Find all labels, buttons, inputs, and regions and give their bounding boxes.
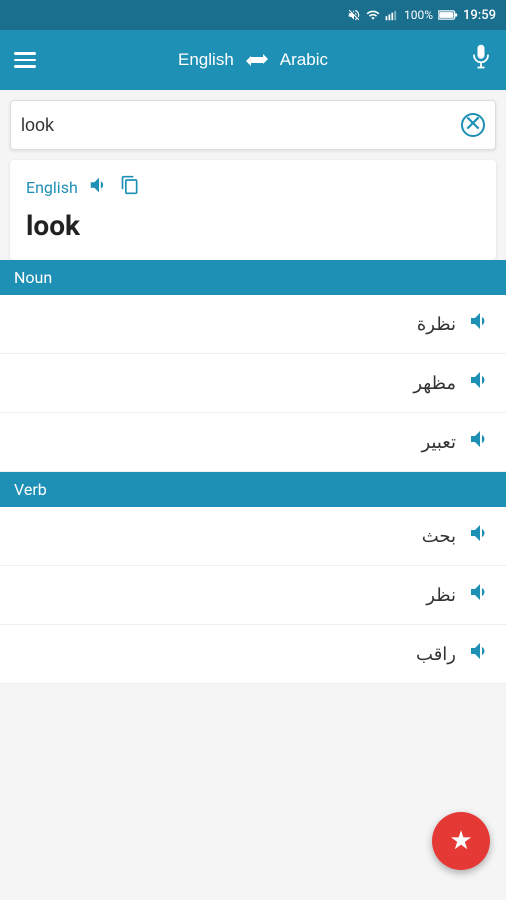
mute-icon (347, 8, 361, 22)
speak-translation-button[interactable] (468, 309, 492, 339)
copy-button[interactable] (120, 175, 140, 200)
arabic-text: بحث (422, 526, 456, 547)
battery-icon (438, 9, 458, 21)
status-icons: 100% 19:59 (347, 8, 496, 23)
speak-source-button[interactable] (88, 174, 110, 201)
time-display: 19:59 (463, 8, 496, 23)
translation-row: نظر (0, 566, 506, 625)
sections-container: Noun نظرة مظهر تعبير Verb بحث نظر راقب (0, 260, 506, 684)
speak-translation-button[interactable] (468, 639, 492, 669)
search-box: ✕ (10, 100, 496, 150)
clear-button[interactable]: ✕ (461, 113, 485, 137)
result-card-header: English (26, 174, 480, 201)
speak-translation-button[interactable] (468, 521, 492, 551)
translation-row: مظهر (0, 354, 506, 413)
wifi-icon (366, 8, 380, 22)
battery-text: 100% (404, 8, 433, 22)
arabic-text: تعبير (422, 432, 457, 453)
star-icon: ★ (449, 826, 472, 856)
arabic-text: راقب (416, 644, 456, 665)
favorite-fab-button[interactable]: ★ (432, 812, 490, 870)
menu-button[interactable] (14, 52, 36, 68)
translation-row: تعبير (0, 413, 506, 472)
section-header-noun: Noun (0, 260, 506, 295)
nav-center: English Arabic (36, 50, 470, 70)
result-card: English look (10, 160, 496, 260)
translation-row: نظرة (0, 295, 506, 354)
result-lang-label: English (26, 178, 78, 197)
arabic-text: نظر (426, 585, 456, 606)
target-lang-button[interactable]: Arabic (280, 50, 328, 70)
microphone-button[interactable] (470, 43, 492, 77)
speak-translation-button[interactable] (468, 580, 492, 610)
speak-translation-button[interactable] (468, 427, 492, 457)
translation-row: راقب (0, 625, 506, 684)
status-bar: 100% 19:59 (0, 0, 506, 30)
swap-languages-button[interactable] (244, 50, 270, 70)
nav-left (14, 52, 36, 68)
search-input[interactable] (21, 115, 461, 136)
speak-translation-button[interactable] (468, 368, 492, 398)
signal-icon (385, 8, 399, 22)
section-header-verb: Verb (0, 472, 506, 507)
arabic-text: نظرة (417, 314, 456, 335)
result-word: look (26, 209, 480, 242)
nav-bar: English Arabic (0, 30, 506, 90)
arabic-text: مظهر (413, 373, 456, 394)
translation-row: بحث (0, 507, 506, 566)
source-lang-button[interactable]: English (178, 50, 234, 70)
